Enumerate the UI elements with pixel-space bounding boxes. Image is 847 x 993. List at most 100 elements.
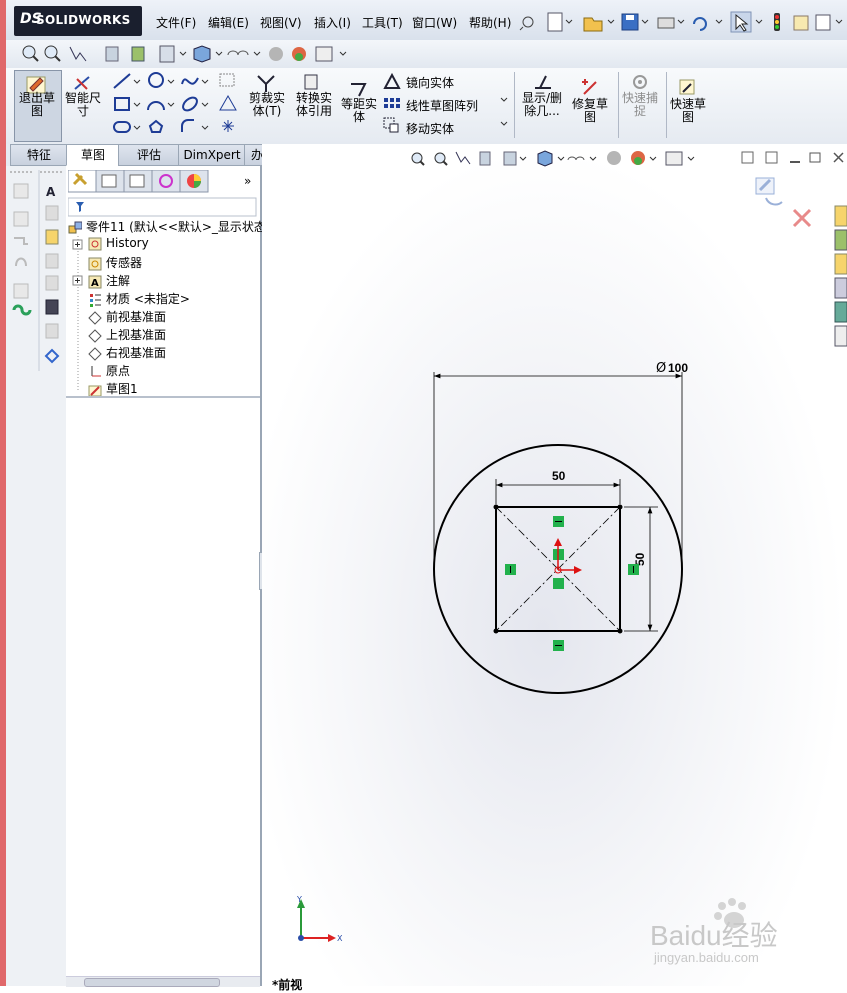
quick-access-toolbar: [519, 11, 843, 33]
fillet-icon[interactable]: [181, 119, 194, 132]
section-view-icon[interactable]: [479, 151, 491, 166]
smart-dimension-button[interactable]: 智能尺寸: [62, 92, 104, 118]
tile-vertical-icon[interactable]: [765, 151, 778, 164]
tab-dimxpert[interactable]: DimXpert: [178, 144, 246, 166]
file-properties-icon[interactable]: [793, 15, 809, 31]
quick-snaps-button[interactable]: 快速捕捉: [618, 92, 662, 118]
offset-entities-button[interactable]: 等距实体: [339, 98, 379, 124]
spline-icon[interactable]: [181, 77, 199, 85]
spring-icon[interactable]: [12, 304, 32, 316]
options-icon[interactable]: [815, 14, 831, 31]
previous-view-icon[interactable]: [69, 46, 87, 62]
menu-tools[interactable]: 工具(T): [362, 14, 403, 31]
ellipse-icon[interactable]: [181, 95, 200, 113]
section-view-icon[interactable]: [105, 46, 119, 62]
mirror-entities-button[interactable]: 镜向实体: [406, 74, 454, 91]
display-style-icon[interactable]: [193, 45, 211, 63]
tree-item-origin[interactable]: 原点: [88, 362, 130, 380]
zoom-to-fit-icon[interactable]: [22, 45, 39, 62]
repair-sketch-button[interactable]: 修复草图: [568, 98, 612, 124]
circle-icon[interactable]: [148, 72, 164, 88]
task-pane-appearances-icon[interactable]: [834, 301, 847, 323]
circle-diameter-dimension[interactable]: 100: [668, 361, 688, 375]
menu-file[interactable]: 文件(F): [156, 14, 196, 31]
menu-help[interactable]: 帮助(H): [469, 14, 511, 31]
vertical-relation-icon[interactable]: [505, 564, 516, 575]
view-settings-icon[interactable]: [315, 46, 333, 62]
graphics-viewport[interactable]: Ø 100 50 50 Y X *前视 Baidu经验 jingyan.baid…: [262, 144, 847, 992]
open-folder-icon[interactable]: [583, 17, 603, 32]
tab-evaluate[interactable]: 评估: [118, 144, 180, 166]
view-orientation-icon[interactable]: [159, 45, 175, 63]
cancel-sketch-icon[interactable]: [792, 208, 812, 228]
dimxpert-manager-tab-icon[interactable]: [151, 170, 181, 193]
task-pane-palette-icon[interactable]: [834, 277, 847, 299]
view-orientation-icon[interactable]: [503, 151, 517, 166]
hide-show-items-icon[interactable]: [567, 156, 585, 161]
hide-show-items-icon[interactable]: [227, 50, 249, 56]
tab-sketch[interactable]: 草图: [66, 144, 120, 166]
edit-appearance-icon[interactable]: [269, 47, 283, 61]
tree-item-annotations[interactable]: A 注解: [88, 272, 130, 290]
task-pane-library-icon[interactable]: [834, 229, 847, 251]
logo-text: SOLIDWORKS: [36, 13, 131, 27]
trim-entities-button[interactable]: 剪裁实体(T): [244, 92, 290, 118]
horizontal-relation-icon[interactable]: [553, 516, 564, 527]
annotation-text-icon[interactable]: A: [46, 185, 56, 199]
zoom-area-icon[interactable]: [44, 45, 61, 62]
view-settings-icon[interactable]: [665, 151, 683, 166]
new-document-icon[interactable]: [547, 12, 563, 32]
move-entities-button[interactable]: 移动实体: [406, 120, 454, 137]
task-pane-properties-icon[interactable]: [834, 325, 847, 347]
tile-horizontal-icon[interactable]: [741, 151, 754, 164]
exit-sketch-icon[interactable]: [755, 177, 783, 206]
tree-item-right-plane[interactable]: 右视基准面: [88, 344, 166, 362]
task-pane-explorer-icon[interactable]: [834, 253, 847, 275]
task-pane-resources-icon[interactable]: [834, 205, 847, 227]
display-style-icon[interactable]: [537, 150, 553, 167]
tree-item-front-plane[interactable]: 前视基准面: [88, 308, 166, 326]
construction-geometry-icon[interactable]: [219, 73, 235, 87]
square-height-dimension[interactable]: 50: [633, 552, 647, 566]
rapid-sketch-button[interactable]: 快速草图: [666, 98, 710, 124]
left-toolbar-strip: A: [6, 166, 67, 986]
restore-icon[interactable]: [809, 152, 821, 163]
convert-entities-button[interactable]: 转换实体引用: [291, 92, 337, 118]
print-icon[interactable]: [657, 17, 675, 29]
previous-view-icon[interactable]: [455, 151, 471, 165]
tree-item-history[interactable]: History: [88, 236, 149, 254]
square-width-dimension[interactable]: 50: [552, 469, 566, 483]
pattern-dropdown-icon[interactable]: [500, 96, 510, 104]
horizontal-scrollbar[interactable]: [66, 976, 260, 987]
close-icon[interactable]: [833, 152, 844, 163]
rectangle-icon[interactable]: [114, 97, 130, 111]
show-delete-relations-button[interactable]: 显示/删除几...: [518, 92, 566, 118]
slot-icon[interactable]: [113, 121, 131, 133]
menu-view[interactable]: 视图(V): [260, 14, 302, 31]
menu-edit[interactable]: 编辑(E): [208, 14, 249, 31]
linear-pattern-button[interactable]: 线性草图阵列: [406, 97, 478, 114]
sketch-origin-icon[interactable]: [554, 538, 582, 574]
vertical-relation-icon[interactable]: [628, 564, 639, 575]
horizontal-relation-icon[interactable]: [553, 640, 564, 651]
point-icon[interactable]: [222, 120, 234, 132]
tab-features[interactable]: 特征: [10, 144, 68, 166]
arc-icon[interactable]: [147, 101, 165, 111]
tree-item-sensors[interactable]: 传感器: [88, 254, 142, 272]
menu-insert[interactable]: 插入(I): [314, 14, 351, 31]
zoom-to-fit-icon[interactable]: [411, 152, 425, 166]
3d-view-icon[interactable]: [131, 46, 145, 62]
tree-item-top-plane[interactable]: 上视基准面: [88, 326, 166, 344]
text-icon[interactable]: [219, 94, 237, 111]
tree-item-material[interactable]: 材质 <未指定>: [88, 290, 190, 308]
move-dropdown-icon[interactable]: [500, 120, 510, 128]
show-delete-relations-icon: [535, 75, 551, 89]
undo-icon[interactable]: [693, 17, 707, 31]
edit-appearance-icon[interactable]: [607, 151, 621, 165]
menu-window[interactable]: 窗口(W): [412, 14, 457, 31]
pin-icon[interactable]: [519, 16, 534, 31]
line-icon[interactable]: [113, 73, 131, 89]
expand-panel-icon[interactable]: »: [244, 174, 251, 188]
polygon-icon[interactable]: [148, 119, 164, 133]
zoom-area-icon[interactable]: [434, 152, 448, 166]
